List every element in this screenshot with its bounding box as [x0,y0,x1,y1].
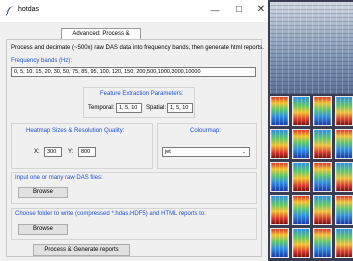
output-browse-button[interactable]: Browse [18,224,68,235]
preview-thumbnail [334,129,353,159]
preview-thumbnail [291,129,310,159]
tab-content-panel: Process and decimate (~500x) raw DAS dat… [6,39,264,257]
intro-text: Process and decimate (~500x) raw DAS dat… [11,45,264,51]
process-generate-reports-button[interactable]: Process & Generate reports [33,244,130,256]
input-files-label: Input one or many raw DAS files: [15,175,103,181]
preview-thumbnail [291,96,310,126]
preview-thumbnail [291,228,310,258]
colourmap-title: Colourmap: [190,128,222,134]
heatmap-y-input[interactable]: 800 [78,147,96,157]
heatmap-group: Heatmap Sizes & Resolution Quality: X: 3… [11,123,153,169]
window-title: hotdas [18,6,40,13]
maximize-button[interactable]: ☐ [229,3,249,17]
frequency-bands-label: Frequency bands (Hz): [11,58,73,64]
minimize-button[interactable]: — [205,3,225,17]
preview-thumbnail [313,228,332,258]
output-folder-label: Choose folder to write (compressed *.hda… [15,211,206,217]
preview-spectrogram-image [270,2,353,94]
preview-thumbnail [334,228,353,258]
frequency-bands-input[interactable]: 0, 5, 10, 15, 20, 30, 50, 75, 85, 95, 10… [11,67,256,77]
heatmap-title: Heatmap Sizes & Resolution Quality: [26,128,125,134]
heatmap-x-input[interactable]: 300 [44,147,62,157]
preview-thumbnail [313,162,332,192]
input-browse-button[interactable]: Browse [18,187,68,198]
spatial-label: Spatial: [146,105,167,111]
preview-thumbnail [291,162,310,192]
feature-extraction-group: Feature Extraction Parameters: Temporal:… [83,87,195,118]
input-files-group: Input one or many raw DAS files: Browse [11,172,257,204]
tab-advanced-process-display[interactable]: Advanced: Process & Display [61,28,141,47]
temporal-input[interactable]: 1, 5, 10 [116,103,142,113]
chevron-down-icon: ⌄ [241,149,246,155]
preview-thumbnail [334,162,353,192]
preview-thumbnail [270,162,289,192]
preview-thumbnail [313,96,332,126]
temporal-label: Temporal: [88,105,115,111]
colourmap-selected-value: jet [165,149,171,155]
preview-heatmap-grid [270,96,353,261]
preview-thumbnail [291,195,310,225]
colourmap-group: Colourmap: jet ⌄ [157,123,257,169]
preview-thumbnail [334,195,353,225]
preview-thumbnail [270,228,289,258]
heatmap-y-label: Y: [68,149,74,155]
feature-extraction-title: Feature Extraction Parameters: [100,91,184,97]
output-folder-group: Choose folder to write (compressed *.hda… [11,208,257,240]
preview-thumbnail [270,195,289,225]
preview-thumbnail [270,96,289,126]
colourmap-select[interactable]: jet ⌄ [162,147,250,157]
preview-thumbnail [313,129,332,159]
window-titlebar[interactable]: hotdas — ☐ ✕ [0,0,268,22]
preview-thumbnail [334,96,353,126]
background-report-preview [268,0,353,261]
preview-thumbnail [313,195,332,225]
dialog-body: Advanced: Process & Display Process and … [0,22,268,261]
spatial-input[interactable]: 1, 5, 10 [167,103,193,113]
heatmap-x-label: X: [34,149,40,155]
feather-icon [5,6,13,16]
preview-thumbnail [270,129,289,159]
